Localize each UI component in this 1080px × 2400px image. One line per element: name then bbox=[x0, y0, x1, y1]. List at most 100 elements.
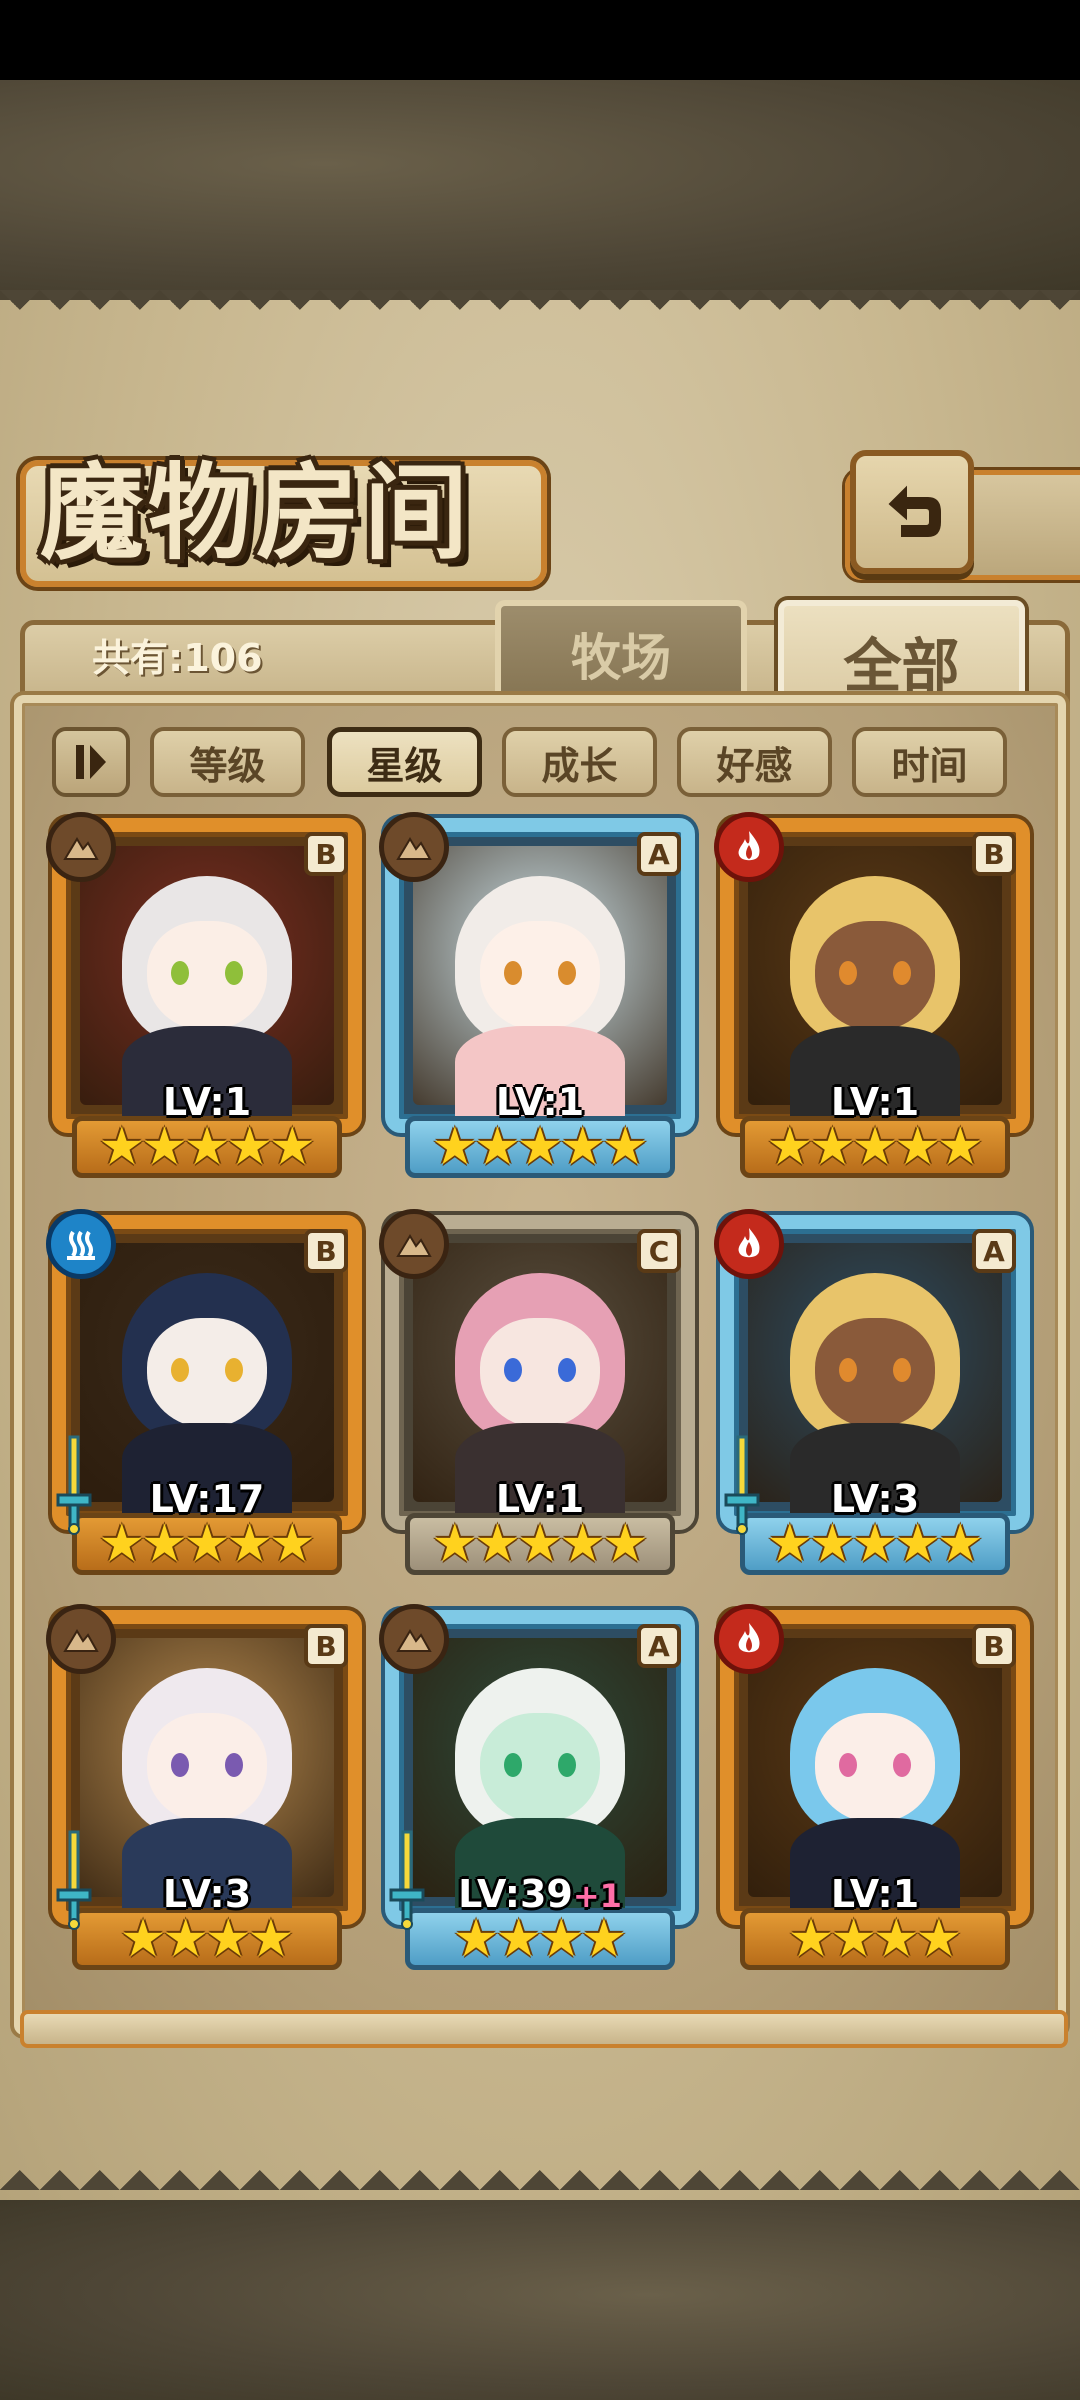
monster-card[interactable]: A LV:39+1 ★ ★ ★ ★ bbox=[379, 1604, 695, 1970]
fire-element-icon bbox=[738, 1623, 760, 1653]
level-label: LV:39+1 bbox=[385, 1872, 695, 1916]
monster-card[interactable]: B LV:3 ★ ★ ★ ★ bbox=[46, 1604, 362, 1970]
star-icon: ★ bbox=[495, 1909, 542, 1969]
earth-element-icon bbox=[63, 837, 99, 860]
filter-star[interactable]: 星级 bbox=[327, 727, 482, 797]
star-icon: ★ bbox=[894, 1514, 941, 1574]
level-label: LV:3 bbox=[52, 1872, 362, 1916]
level-label: LV:1 bbox=[385, 1477, 695, 1521]
map-background-top bbox=[0, 80, 1080, 290]
monster-face bbox=[480, 1318, 600, 1428]
level-text: LV:3 bbox=[162, 1872, 252, 1916]
filter-time[interactable]: 时间 bbox=[852, 727, 1007, 797]
map-background-bottom bbox=[0, 2190, 1080, 2400]
star-icon: ★ bbox=[580, 1909, 628, 1969]
monster-card[interactable]: B LV:17 ★ ★ ★ ★ ★ bbox=[46, 1209, 362, 1575]
star-icon: ★ bbox=[516, 1514, 564, 1574]
rank-badge: B bbox=[304, 832, 348, 876]
star-icon: ★ bbox=[98, 1514, 146, 1574]
monster-card[interactable]: B LV:1 ★ ★ ★ ★ bbox=[714, 1604, 1030, 1970]
panel-bottom-rail bbox=[20, 2010, 1068, 2048]
star-icon: ★ bbox=[268, 1117, 316, 1177]
level-label: LV:1 bbox=[720, 1080, 1030, 1124]
level-label: LV:1 bbox=[52, 1080, 362, 1124]
monster-card[interactable]: A LV:1 ★ ★ ★ ★ ★ bbox=[379, 812, 695, 1178]
monster-eye bbox=[171, 1753, 189, 1777]
rank-badge: A bbox=[972, 1229, 1016, 1273]
level-text: LV:39 bbox=[458, 1872, 573, 1916]
star-rating: ★ ★ ★ ★ bbox=[405, 1908, 675, 1970]
monster-eye bbox=[558, 1358, 576, 1382]
star-rating: ★ ★ ★ ★ ★ bbox=[740, 1513, 1010, 1575]
star-icon: ★ bbox=[559, 1514, 606, 1574]
element-badge bbox=[714, 1209, 784, 1279]
star-rating: ★ ★ ★ ★ ★ bbox=[405, 1513, 675, 1575]
back-button[interactable] bbox=[850, 450, 974, 574]
star-icon: ★ bbox=[873, 1909, 920, 1969]
star-icon: ★ bbox=[766, 1514, 814, 1574]
monster-eye bbox=[893, 1753, 911, 1777]
earth-element-icon bbox=[396, 1629, 432, 1652]
star-rating: ★ ★ ★ ★ bbox=[72, 1908, 342, 1970]
star-icon: ★ bbox=[205, 1909, 252, 1969]
star-icon: ★ bbox=[936, 1514, 984, 1574]
monster-portrait bbox=[80, 1243, 334, 1513]
filter-level[interactable]: 等级 bbox=[150, 727, 305, 797]
star-icon: ★ bbox=[851, 1514, 899, 1574]
sword-icon bbox=[56, 1830, 92, 1930]
star-icon: ★ bbox=[601, 1117, 649, 1177]
monster-portrait bbox=[748, 1243, 1002, 1513]
monster-eye bbox=[558, 961, 576, 985]
monster-count: 共有:106 bbox=[92, 636, 263, 680]
level-text: LV:1 bbox=[495, 1477, 585, 1521]
level-text: LV:17 bbox=[149, 1477, 265, 1521]
sort-order-button[interactable] bbox=[52, 727, 130, 797]
level-label: LV:3 bbox=[720, 1477, 1030, 1521]
water-element-icon bbox=[67, 1230, 95, 1260]
torn-edge-bottom bbox=[0, 2150, 1080, 2190]
monster-card[interactable]: B LV:1 ★ ★ ★ ★ ★ bbox=[46, 812, 362, 1178]
rank-badge: C bbox=[637, 1229, 681, 1273]
star-rating: ★ ★ ★ ★ ★ bbox=[72, 1513, 342, 1575]
star-icon: ★ bbox=[601, 1514, 649, 1574]
filter-affection[interactable]: 好感 bbox=[677, 727, 832, 797]
monster-face bbox=[480, 921, 600, 1031]
monster-eye bbox=[839, 1753, 857, 1777]
level-label: LV:17 bbox=[52, 1477, 362, 1521]
earth-element-icon bbox=[396, 837, 432, 860]
element-badge bbox=[379, 1209, 449, 1279]
star-icon: ★ bbox=[141, 1117, 188, 1177]
element-badge bbox=[379, 812, 449, 882]
star-rating: ★ ★ ★ ★ bbox=[740, 1908, 1010, 1970]
star-icon: ★ bbox=[936, 1117, 984, 1177]
monster-card[interactable]: C LV:1 ★ ★ ★ ★ ★ bbox=[379, 1209, 695, 1575]
star-icon: ★ bbox=[516, 1117, 564, 1177]
star-icon: ★ bbox=[559, 1117, 606, 1177]
star-icon: ★ bbox=[830, 1909, 877, 1969]
star-icon: ★ bbox=[119, 1909, 167, 1969]
element-badge bbox=[46, 1604, 116, 1674]
sort-toggle-icon bbox=[76, 745, 106, 779]
element-badge bbox=[379, 1604, 449, 1674]
star-icon: ★ bbox=[452, 1909, 500, 1969]
earth-element-icon bbox=[396, 1234, 432, 1257]
star-icon: ★ bbox=[787, 1909, 835, 1969]
rank-badge: B bbox=[972, 832, 1016, 876]
page-title: 魔物房间 bbox=[40, 451, 473, 574]
tab-ranch[interactable]: 牧场 bbox=[495, 600, 747, 701]
star-icon: ★ bbox=[268, 1514, 316, 1574]
star-icon: ★ bbox=[162, 1909, 209, 1969]
monster-portrait bbox=[413, 846, 667, 1116]
element-badge bbox=[714, 812, 784, 882]
monster-eye bbox=[225, 961, 243, 985]
filter-growth[interactable]: 成长 bbox=[502, 727, 657, 797]
monster-eye bbox=[839, 1358, 857, 1382]
monster-card[interactable]: A LV:3 ★ ★ ★ ★ ★ bbox=[714, 1209, 1030, 1575]
sword-icon bbox=[724, 1435, 760, 1535]
monster-card[interactable]: B LV:1 ★ ★ ★ ★ ★ bbox=[714, 812, 1030, 1178]
sword-icon bbox=[56, 1435, 92, 1535]
level-text: LV:1 bbox=[830, 1080, 920, 1124]
earth-element-icon bbox=[63, 1629, 99, 1652]
star-icon: ★ bbox=[809, 1117, 856, 1177]
star-icon: ★ bbox=[915, 1909, 963, 1969]
